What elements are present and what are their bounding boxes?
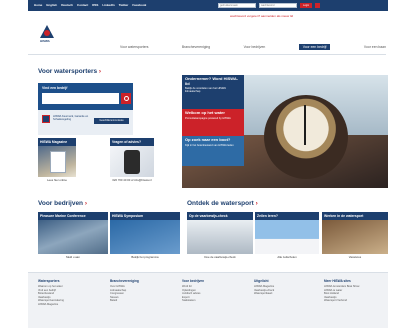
top-link-facebook[interactable]: Facebook [132, 3, 146, 7]
section-heading-watersporters: Voor watersporters › [38, 68, 102, 75]
forgot-password-link[interactable]: wachtwoord vergeten? aanmelden als nieuw… [230, 14, 293, 18]
footer-column-watersporters: Watersporters Waarom op het water Vind e… [38, 279, 102, 307]
tile-caption[interactable]: Alle zeilscholen [255, 254, 319, 260]
tile-caption[interactable]: Meld u aan [38, 254, 108, 260]
hero-item-welcome[interactable]: Welkom op het water Promotiekampagne pow… [182, 109, 244, 136]
tile-image [187, 220, 253, 254]
footer: Watersporters Waarom op het water Vind e… [28, 272, 388, 328]
tile-werken[interactable]: Werken in de watersport Vacatures [322, 212, 388, 260]
tile-zeilen[interactable]: Zeilen leren? Alle zeilscholen [255, 212, 319, 260]
tile-title: Zeilen leren? [255, 212, 319, 220]
advice-caption[interactable]: 020 700 40 00 of info@hiswa.nl [110, 177, 154, 183]
footer-heading: Uitgelicht [254, 279, 269, 283]
top-link-english[interactable]: English [46, 3, 57, 7]
magazine-caption[interactable]: Lees hier online [38, 177, 76, 183]
tile-title: Op de vaarbewijs-check [187, 212, 253, 220]
tile-title: Werken in de watersport [322, 212, 388, 220]
login-arrow-icon[interactable] [315, 3, 321, 8]
guarantee-text: HISWA Keurmerk, Garantie en Schaderegeli… [53, 115, 89, 122]
magazine-title: HISWA Magazine [38, 138, 76, 146]
footer-column-branchevereniging: Branchevereniging Over HISWA Lidmaatscha… [110, 279, 174, 303]
hiswa-seal-icon [42, 115, 50, 123]
top-login-form: gebruikersnaam wachtwoord Login [218, 3, 321, 8]
compass-image [264, 95, 348, 179]
tile-caption[interactable]: Bekijk het programma [110, 254, 180, 260]
tile-image [255, 220, 319, 254]
advice-title: Vragen of advies? [110, 138, 154, 146]
hero-item-member[interactable]: Ondernemer? Word HISWA-lid Bekijk de voo… [182, 75, 244, 109]
tile-caption[interactable]: Doe de vaarbewijs-check [187, 254, 253, 260]
magazine-image [38, 146, 76, 177]
top-link-rss[interactable]: RSS [92, 3, 98, 7]
advice-card[interactable]: Vragen of advies? 020 700 40 00 of info@… [110, 138, 154, 183]
footer-heading: Watersporters [38, 279, 60, 283]
phone-image [110, 146, 154, 177]
top-link-home[interactable]: Home [34, 3, 42, 7]
footer-column-sites: Meer HISWA sites HISWA Amsterdam Boat Sh… [324, 279, 388, 303]
footer-link[interactable]: Watersport Verbond [324, 299, 388, 303]
hero-menu: Ondernemer? Word HISWA-lid Bekijk de voo… [182, 75, 244, 188]
tile-vaarbewijs[interactable]: Op de vaarbewijs-check Doe de vaarbewijs… [187, 212, 253, 260]
company-search-input[interactable] [42, 93, 119, 104]
tile-image [38, 220, 108, 254]
top-link-linkedin[interactable]: LinkedIn [102, 3, 114, 7]
nav-voor-een-baan[interactable]: Voor een baan [364, 45, 386, 49]
company-search-box: Vind een bedrijf HISWA Keurmerk, Garanti… [38, 83, 133, 135]
login-button[interactable]: Login [300, 3, 313, 8]
top-link-deutsch[interactable]: Deutsch [61, 3, 73, 7]
footer-column-bedrijven: Voor bedrijven Word lid Opleidingen Juri… [182, 279, 246, 303]
top-bar: Home English Deutsch Contact RSS LinkedI… [28, 0, 388, 11]
hiswa-logo[interactable]: HISWA [40, 25, 54, 43]
nav-voor-een-bedrijf[interactable]: Voor een bedrijf [298, 44, 331, 50]
footer-heading: Branchevereniging [110, 279, 139, 283]
nav-voor-watersporters[interactable]: Voor watersporters [120, 45, 148, 49]
main-navigation: Voor watersporters Branchevereniging Voo… [120, 43, 386, 51]
footer-heading: Meer HISWA sites [324, 279, 351, 283]
logo-text: HISWA [40, 39, 50, 43]
tile-title: Pleasure Marine Conference [38, 212, 108, 220]
hiswa-guarantee-panel: HISWA Keurmerk, Garantie en Schaderegeli… [38, 110, 133, 135]
search-icon[interactable] [121, 93, 131, 104]
magazine-card[interactable]: HISWA Magazine Lees hier online [38, 138, 76, 183]
compass-needle [304, 105, 306, 145]
section-heading-bedrijven: Voor bedrijven › [38, 200, 88, 207]
hero-item-boat[interactable]: Op zoek naar een boot? Kijk in het boten… [182, 136, 244, 166]
dispute-button[interactable]: Geschillencommissie [94, 118, 129, 124]
logo-mark-icon [40, 25, 54, 38]
footer-column-uitgelicht: Uitgelicht HISWA Magazine Vaarbewijs-che… [254, 279, 318, 296]
top-navigation: Home English Deutsch Contact RSS LinkedI… [34, 3, 146, 7]
tile-image [110, 220, 180, 254]
footer-link[interactable]: Beleid [110, 299, 174, 303]
footer-link[interactable]: Statistieken [182, 299, 246, 303]
footer-link[interactable]: HISWA Magazine [38, 303, 102, 307]
tile-title: HISWA Symposium [110, 212, 180, 220]
section-heading-ontdek: Ontdek de watersport › [187, 200, 258, 207]
tile-symposium[interactable]: HISWA Symposium Bekijk het programma [110, 212, 180, 260]
footer-link[interactable]: Watersportkaart [254, 292, 318, 296]
top-link-contact[interactable]: Contact [77, 3, 88, 7]
hero-banner: Ondernemer? Word HISWA-lid Bekijk de voo… [182, 75, 388, 188]
username-field[interactable]: gebruikersnaam [218, 3, 256, 8]
nav-branchevereniging[interactable]: Branchevereniging [182, 45, 210, 49]
search-box-title: Vind een bedrijf [42, 86, 68, 90]
tile-caption[interactable]: Vacatures [322, 254, 388, 260]
password-field[interactable]: wachtwoord [259, 3, 297, 8]
tile-image [322, 220, 388, 254]
header-divider [28, 54, 386, 55]
tile-conference[interactable]: Pleasure Marine Conference Meld u aan [38, 212, 108, 260]
nav-voor-bedrijven[interactable]: Voor bedrijven [244, 45, 266, 49]
top-link-twitter[interactable]: Twitter [119, 3, 129, 7]
footer-heading: Voor bedrijven [182, 279, 205, 283]
